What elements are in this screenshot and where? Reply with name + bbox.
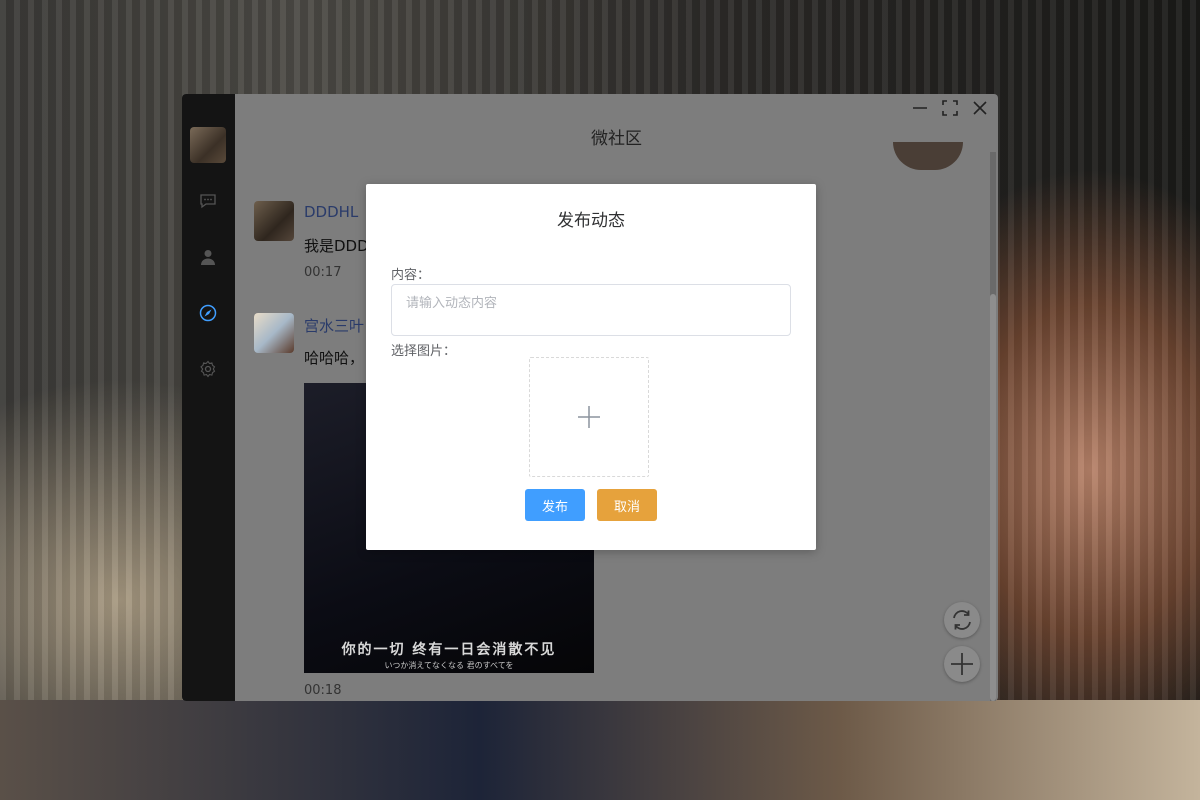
user-icon[interactable] (199, 248, 217, 266)
content-label: 内容： (391, 268, 431, 283)
content-input[interactable] (391, 284, 791, 336)
dialog-title: 发布动态 (557, 211, 625, 231)
avatar[interactable] (254, 313, 294, 353)
minimize-icon[interactable] (910, 98, 930, 118)
post-time: 00:17 (304, 265, 342, 280)
post-text: 哈哈哈， (304, 349, 365, 367)
page-title: 微社区 (591, 129, 642, 149)
user-avatar[interactable] (190, 127, 226, 163)
compass-icon[interactable] (199, 304, 217, 322)
publish-dialog: 发布动态 内容： 选择图片： 发布 取消 (366, 184, 816, 550)
fullscreen-icon[interactable] (940, 98, 960, 118)
feed-cover-avatar[interactable] (893, 142, 963, 170)
refresh-icon (953, 610, 971, 630)
gear-icon[interactable] (199, 360, 217, 378)
image-label: 选择图片： (391, 344, 457, 359)
post-time: 00:18 (304, 683, 342, 698)
image-uploader[interactable] (529, 357, 649, 477)
post-author[interactable]: DDDHL (304, 203, 358, 221)
add-post-button[interactable] (944, 646, 980, 682)
sidebar (182, 94, 235, 701)
close-icon[interactable] (970, 98, 990, 118)
window-controls (910, 98, 990, 118)
chat-icon[interactable] (199, 192, 217, 210)
add-icon (951, 653, 973, 675)
cancel-button[interactable]: 取消 (597, 489, 657, 521)
plus-icon (578, 406, 600, 428)
image-subcaption: いつか消えてなくなる 君のすべてを (384, 661, 514, 670)
refresh-button[interactable] (944, 602, 980, 638)
avatar[interactable] (254, 201, 294, 241)
publish-button[interactable]: 发布 (525, 489, 585, 521)
post-text: 我是DDD (304, 237, 369, 255)
post-author[interactable]: 宫水三叶 (304, 315, 364, 336)
image-caption: 你的一切 终有一日会消散不见 (341, 642, 557, 658)
background-photo-bottom (0, 700, 1200, 800)
scrollbar-thumb[interactable] (990, 294, 996, 701)
